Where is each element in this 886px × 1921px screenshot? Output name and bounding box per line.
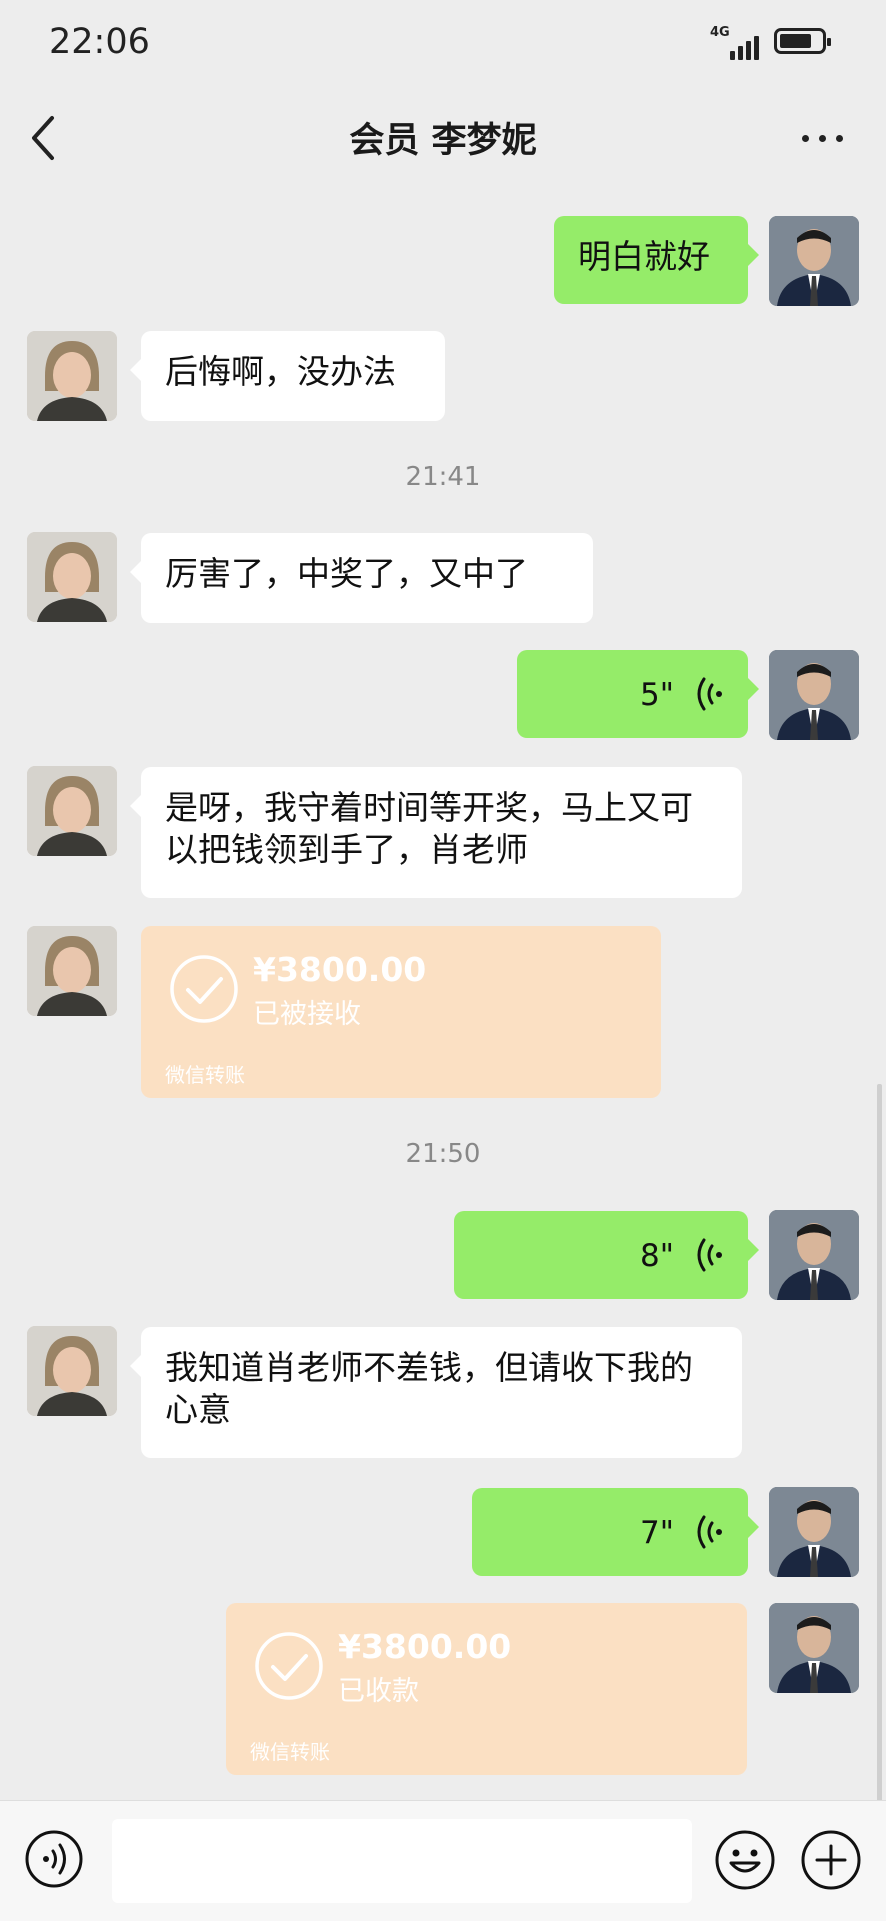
message-bubble-sent[interactable]: 明白就好 <box>554 216 759 304</box>
message-text: 是呀，我守着时间等开奖，马上又可以把钱领到手了，肖老师 <box>165 788 693 869</box>
avatar-contact[interactable] <box>27 331 117 421</box>
timestamp: 21:50 <box>405 1139 481 1169</box>
timestamp: 21:41 <box>405 462 481 492</box>
message-text: 后悔啊，没办法 <box>165 352 396 391</box>
message-input[interactable] <box>112 1819 692 1903</box>
avatar-self[interactable] <box>769 650 859 740</box>
signal-icon: 4G <box>710 26 766 60</box>
message-text: 我知道肖老师不差钱，但请收下我的心意 <box>165 1348 693 1429</box>
avatar-self[interactable] <box>769 1603 859 1693</box>
voice-message-sent[interactable]: 5" <box>517 650 759 738</box>
emoji-icon[interactable] <box>714 1829 776 1891</box>
message-bubble-received[interactable]: 后悔啊，没办法 <box>130 331 445 421</box>
check-circle-icon <box>170 955 238 1023</box>
transfer-amount: ¥3800.00 <box>338 1627 512 1666</box>
check-circle-icon <box>255 1632 323 1700</box>
avatar-contact[interactable] <box>27 766 117 856</box>
voice-wave-icon <box>697 1238 722 1272</box>
scrollbar[interactable] <box>877 1084 882 1802</box>
network-type: 4G <box>710 25 730 40</box>
message-text: 厉害了，中奖了，又中了 <box>165 554 528 593</box>
voice-duration: 8" <box>640 1238 674 1274</box>
message-bubble-received[interactable]: 我知道肖老师不差钱，但请收下我的心意 <box>130 1327 742 1458</box>
transfer-card-received[interactable]: ¥3800.00 已被接收 微信转账 <box>141 926 661 1098</box>
voice-message-sent[interactable]: 8" <box>454 1211 759 1299</box>
voice-wave-icon <box>697 677 722 711</box>
voice-duration: 7" <box>640 1515 674 1551</box>
clock: 22:06 <box>49 22 150 62</box>
message-bubble-received[interactable]: 厉害了，中奖了，又中了 <box>130 533 593 623</box>
transfer-label: 微信转账 <box>250 1740 330 1764</box>
transfer-label: 微信转账 <box>165 1063 245 1087</box>
voice-input-icon[interactable] <box>24 1829 84 1889</box>
transfer-card-sent[interactable]: ¥3800.00 已收款 微信转账 <box>226 1603 747 1775</box>
chat-title: 会员 李梦妮 <box>349 121 537 161</box>
status-bar: 22:06 4G <box>0 0 886 88</box>
voice-message-sent[interactable]: 7" <box>472 1488 759 1576</box>
transfer-status: 已被接收 <box>253 999 361 1030</box>
avatar-contact[interactable] <box>27 926 117 1016</box>
voice-duration: 5" <box>640 677 674 713</box>
transfer-status: 已收款 <box>338 1676 419 1707</box>
transfer-amount: ¥3800.00 <box>253 950 427 989</box>
chat-header: 会员 李梦妮 <box>0 88 886 190</box>
avatar-self[interactable] <box>769 1487 859 1577</box>
message-text: 明白就好 <box>578 237 710 276</box>
more-options-icon[interactable] <box>798 116 848 160</box>
avatar-self[interactable] <box>769 216 859 306</box>
avatar-contact[interactable] <box>27 1326 117 1416</box>
plus-icon[interactable] <box>800 1829 862 1891</box>
input-bar <box>0 1800 886 1921</box>
message-bubble-received[interactable]: 是呀，我守着时间等开奖，马上又可以把钱领到手了，肖老师 <box>130 767 742 898</box>
avatar-self[interactable] <box>769 1210 859 1300</box>
voice-wave-icon <box>697 1515 722 1549</box>
avatar-contact[interactable] <box>27 532 117 622</box>
battery-icon <box>774 28 831 54</box>
